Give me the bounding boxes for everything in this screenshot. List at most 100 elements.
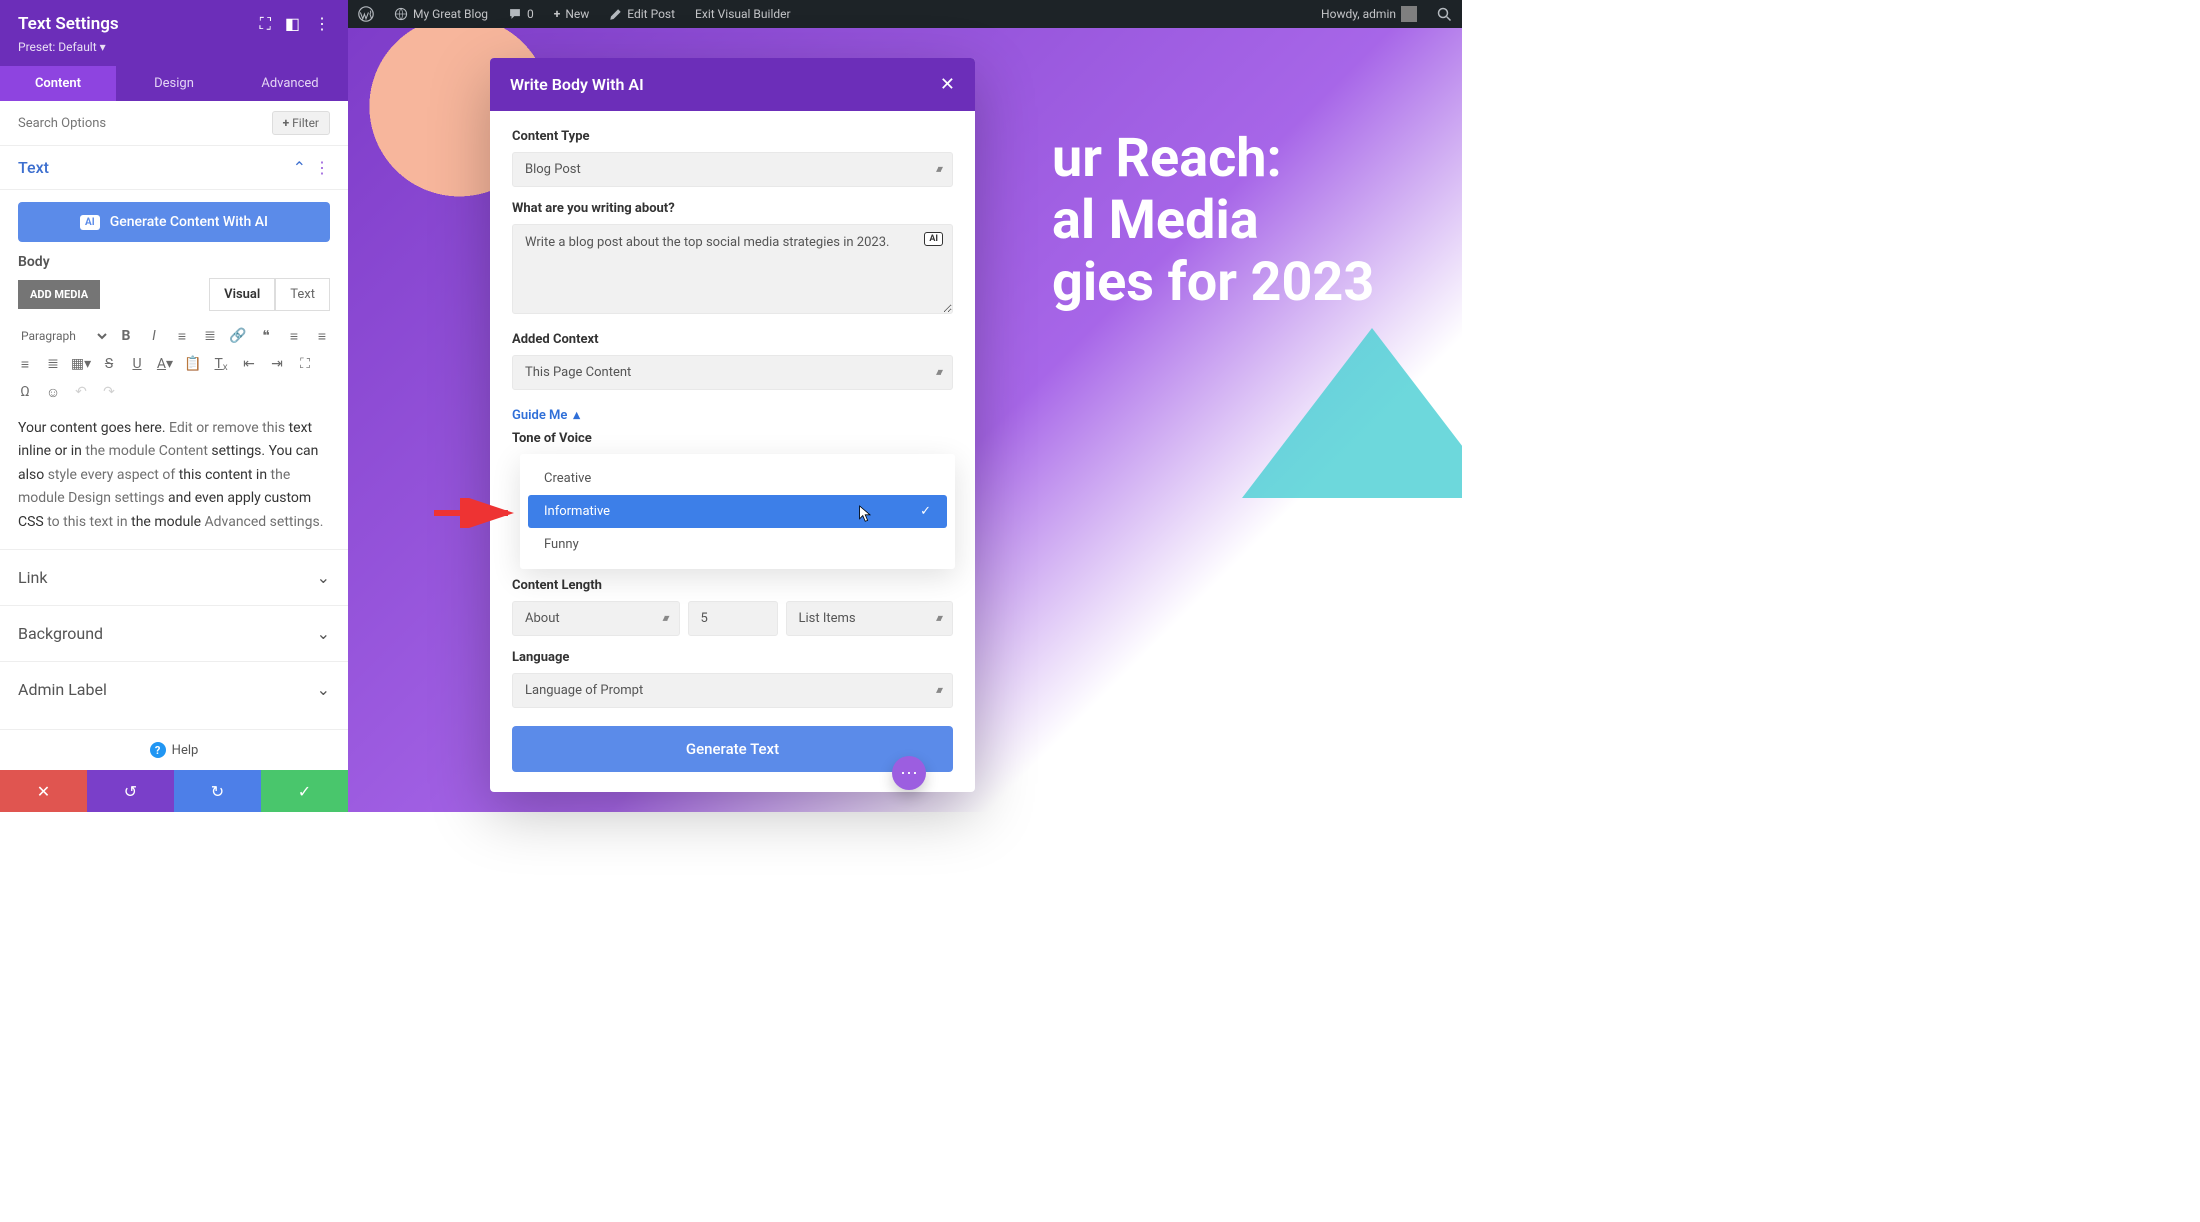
add-media-button[interactable]: ADD MEDIA — [18, 280, 100, 309]
align-left-icon[interactable]: ≡ — [281, 323, 307, 349]
length-about-select[interactable]: About ▴▾ — [512, 601, 680, 636]
modal-header: Write Body With AI ✕ — [490, 58, 975, 111]
howdy-user[interactable]: Howdy, admin — [1311, 6, 1427, 22]
indent-icon[interactable]: ⇥ — [264, 351, 290, 377]
settings-sidebar: Text Settings ⛶ ◧ ⋮ Preset: Default ▾ Co… — [0, 0, 348, 812]
paragraph-select[interactable]: Paragraph — [12, 323, 111, 349]
chevron-down-icon: ⌄ — [317, 680, 330, 699]
edit-post-link[interactable]: Edit Post — [599, 7, 685, 21]
undo-icon[interactable]: ↶ — [68, 379, 94, 405]
select-arrows-icon: ▴▾ — [936, 685, 940, 696]
chevron-up-icon: ▴ — [573, 408, 580, 423]
filter-button[interactable]: + Filter — [272, 111, 330, 135]
sidebar-header: Text Settings ⛶ ◧ ⋮ Preset: Default ▾ — [0, 0, 348, 66]
tone-option-informative[interactable]: Informative ✓ — [528, 495, 947, 528]
ai-icon: AI — [80, 215, 100, 230]
section-admin-label[interactable]: Admin Label⌄ — [0, 661, 348, 717]
chevron-down-icon: ▾ — [100, 40, 106, 54]
length-count-input[interactable] — [688, 601, 778, 636]
underline-icon[interactable]: U — [124, 351, 150, 377]
context-label: Added Context — [512, 332, 953, 347]
guide-me-toggle[interactable]: Guide Me ▴ — [512, 408, 580, 423]
italic-icon[interactable]: I — [141, 323, 167, 349]
bold-icon[interactable]: B — [113, 323, 139, 349]
close-icon[interactable]: ✕ — [940, 74, 955, 95]
length-unit-select[interactable]: List Items ▴▾ — [786, 601, 954, 636]
generate-text-button[interactable]: Generate Text — [512, 726, 953, 772]
clear-icon[interactable]: Tₓ — [208, 351, 234, 377]
redo-icon[interactable]: ↷ — [96, 379, 122, 405]
tone-option-funny[interactable]: Funny — [528, 528, 947, 561]
redo-button[interactable]: ↻ — [174, 770, 261, 812]
editor-tab-text[interactable]: Text — [275, 278, 330, 311]
prompt-label: What are you writing about? — [512, 201, 953, 216]
preset-selector[interactable]: Preset: Default ▾ — [18, 40, 330, 54]
site-name-text: My Great Blog — [413, 7, 488, 21]
editor-tab-visual[interactable]: Visual — [209, 278, 275, 311]
specialchar-icon[interactable]: Ω — [12, 379, 38, 405]
outdent-icon[interactable]: ⇤ — [236, 351, 262, 377]
fab-more[interactable]: ⋯ — [892, 756, 926, 790]
content-type-select[interactable]: Blog Post ▴▾ — [512, 152, 953, 187]
cancel-button[interactable]: ✕ — [0, 770, 87, 812]
select-arrows-icon: ▴▾ — [936, 613, 940, 624]
paste-icon[interactable]: 📋 — [180, 351, 206, 377]
hero-heading: ur Reach: al Media gies for 2023 — [1052, 128, 1422, 314]
link-icon[interactable]: 🔗 — [225, 323, 251, 349]
site-name[interactable]: My Great Blog — [384, 7, 498, 21]
generate-ai-button[interactable]: AI Generate Content With AI — [18, 202, 330, 242]
expand-icon[interactable]: ⛶ — [260, 14, 271, 34]
ul-icon[interactable]: ≡ — [169, 323, 195, 349]
search-icon[interactable] — [1427, 7, 1462, 22]
chevron-down-icon: ⌄ — [317, 568, 330, 587]
ol-icon[interactable]: ≣ — [197, 323, 223, 349]
tab-content[interactable]: Content — [0, 66, 116, 101]
textcolor-icon[interactable]: A▾ — [152, 351, 178, 377]
help-link[interactable]: ? Help — [0, 729, 348, 770]
quote-icon[interactable]: ❝ — [253, 323, 279, 349]
align-center-icon[interactable]: ≡ — [309, 323, 335, 349]
kebab-icon[interactable]: ⋮ — [314, 158, 330, 177]
wp-logo[interactable] — [348, 6, 384, 22]
exit-builder[interactable]: Exit Visual Builder — [685, 7, 801, 21]
section-background[interactable]: Background⌄ — [0, 605, 348, 661]
fullscreen-icon[interactable]: ⛶ — [292, 351, 318, 377]
chevron-up-icon: ⌃ — [293, 158, 306, 177]
table-icon[interactable]: ▦▾ — [68, 351, 94, 377]
tab-design[interactable]: Design — [116, 66, 232, 101]
sidebar-title: Text Settings — [18, 14, 119, 34]
triangle-decoration — [1242, 328, 1462, 498]
tab-advanced[interactable]: Advanced — [232, 66, 348, 101]
sidebar-tabs: Content Design Advanced — [0, 66, 348, 101]
align-right-icon[interactable]: ≡ — [12, 351, 38, 377]
length-label: Content Length — [512, 578, 953, 593]
emoji-icon[interactable]: ☺ — [40, 379, 66, 405]
align-justify-icon[interactable]: ≣ — [40, 351, 66, 377]
tone-option-creative[interactable]: Creative — [528, 462, 947, 495]
avatar — [1401, 6, 1417, 22]
ai-icon[interactable]: AI — [924, 232, 943, 246]
new-link[interactable]: + New — [544, 7, 600, 21]
section-link[interactable]: Link⌄ — [0, 549, 348, 605]
bottom-actions: ✕ ↺ ↻ ✓ — [0, 770, 348, 812]
comments-link[interactable]: 0 — [498, 7, 544, 21]
wp-admin-bar: My Great Blog 0 + New Edit Post Exit Vis… — [348, 0, 1462, 28]
undo-button[interactable]: ↺ — [87, 770, 174, 812]
select-arrows-icon: ▴▾ — [662, 613, 666, 624]
section-text-toggle[interactable]: Text ⌃⋮ — [0, 146, 348, 190]
strikethrough-icon[interactable]: S — [96, 351, 122, 377]
dock-icon[interactable]: ◧ — [285, 14, 300, 34]
prompt-textarea[interactable] — [512, 224, 953, 314]
body-label: Body — [0, 254, 348, 270]
tone-label: Tone of Voice — [512, 431, 953, 446]
kebab-icon[interactable]: ⋮ — [314, 14, 330, 34]
language-label: Language — [512, 650, 953, 665]
body-editor[interactable]: Your content goes here. Edit or remove t… — [0, 409, 348, 549]
context-select[interactable]: This Page Content ▴▾ — [512, 355, 953, 390]
select-arrows-icon: ▴▾ — [936, 367, 940, 378]
select-arrows-icon: ▴▾ — [936, 164, 940, 175]
language-select[interactable]: Language of Prompt ▴▾ — [512, 673, 953, 708]
save-button[interactable]: ✓ — [261, 770, 348, 812]
help-icon: ? — [150, 742, 166, 758]
search-input[interactable] — [18, 116, 272, 131]
